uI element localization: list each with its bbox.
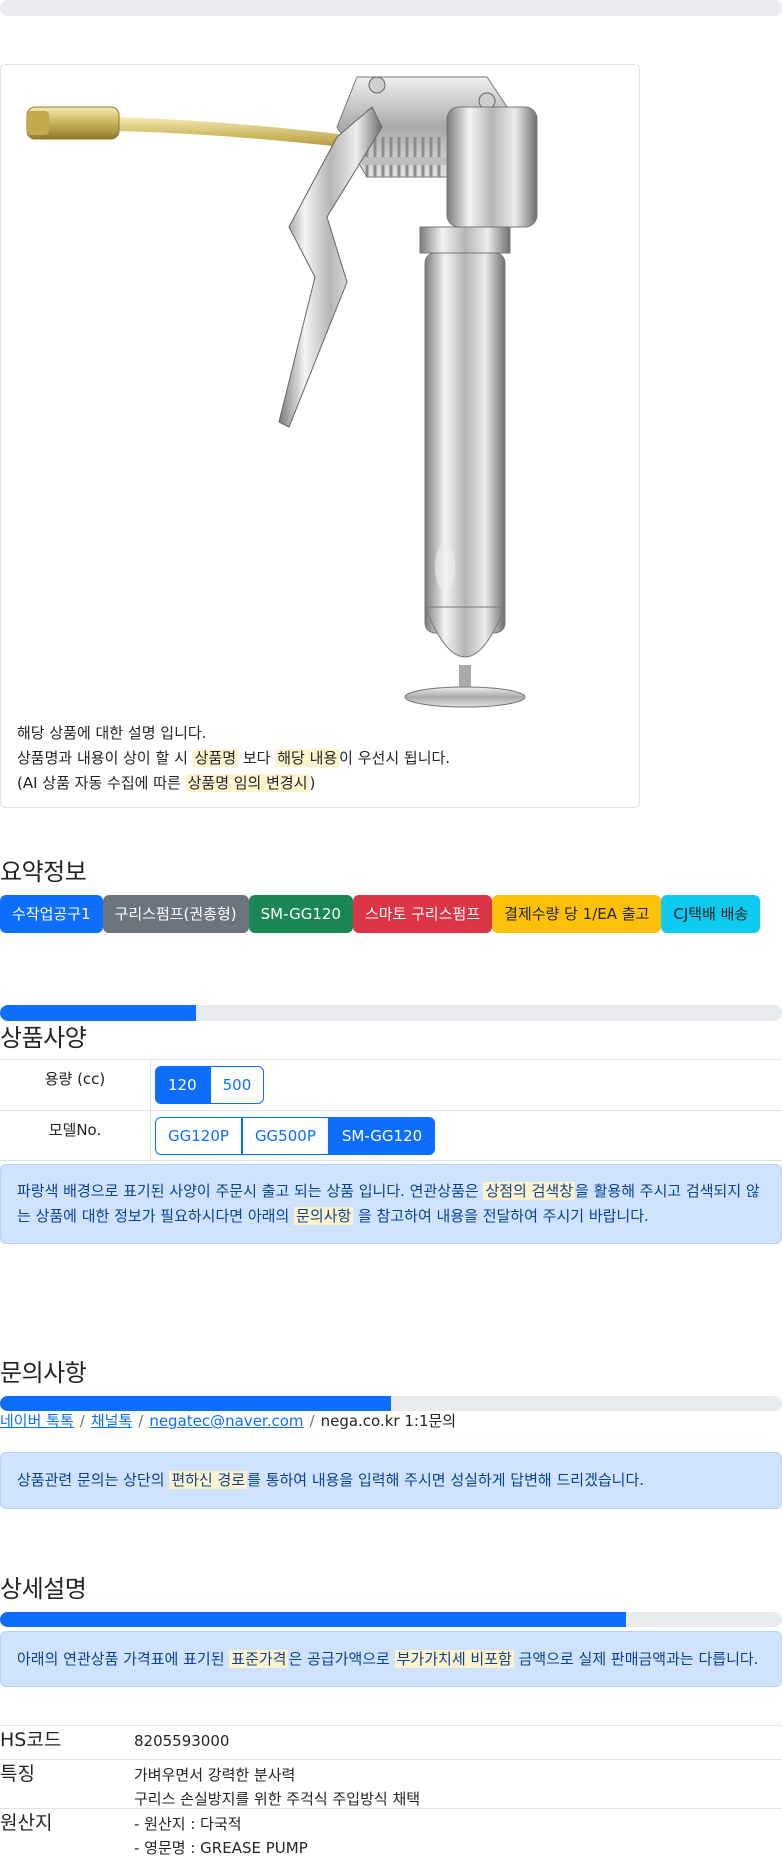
desc-text: 보다 [238, 749, 276, 767]
option-gg500p[interactable]: GG500P [241, 1116, 329, 1155]
desc-text: (AI 상품 자동 수집에 따른 [17, 774, 186, 792]
separator: / [138, 1412, 144, 1430]
details-title: 상세설명 [0, 1575, 87, 1603]
inquiry-notice: 상품관련 문의는 상단의 편하신 경로 를 통하여 내용을 입력해 주시면 성실하… [0, 1452, 782, 1509]
grease-pump-image [26, 76, 538, 708]
product-description: 해당 상품에 대한 설명 입니다. 상품명과 내용이 상이 할 시 상품명 보다… [17, 721, 450, 796]
inquiry-title: 문의사항 [0, 1359, 87, 1387]
spec-options: GG120P GG500P SM-GG120 [151, 1111, 436, 1160]
desc-text: 상품명과 내용이 상이 할 시 [17, 749, 193, 767]
specs-title: 상품사양 [0, 1024, 87, 1052]
highlight-standard-price: 표준가격 [229, 1650, 289, 1668]
detail-value-line: 가벼우면서 강력한 분사력 [134, 1766, 296, 1784]
detail-row-origin: 원산지 - 원산지 : 다국적 - 영문명 : GREASE PUMP [0, 1808, 782, 1857]
summary-title: 요약정보 [0, 858, 87, 886]
detail-value-line: 구리스 손실방지를 위한 주걱식 주입방식 채택 [134, 1790, 421, 1808]
badge-category: 수작업공구1 [0, 895, 103, 933]
spec-label: 용량 (cc) [0, 1060, 151, 1110]
desc-text: 이 우선시 됩니다. [339, 749, 451, 767]
top-progress-bar [0, 0, 782, 16]
spec-table: 용량 (cc) 120 500 모델No. GG120P GG500P SM-G… [0, 1059, 782, 1161]
specs-progress [0, 1005, 782, 1021]
spec-options: 120 500 [151, 1060, 265, 1110]
notice-text: 상품관련 문의는 상단의 [17, 1471, 170, 1489]
highlight-content: 해당 내용 [275, 749, 340, 767]
highlight-inquiry: 문의사항 [294, 1207, 354, 1225]
naver-talk-link[interactable]: 네이버 톡톡 [0, 1412, 74, 1430]
channel-talk-link[interactable]: 채널톡 [91, 1412, 132, 1430]
option-gg120p[interactable]: GG120P [155, 1116, 242, 1155]
separator: / [79, 1412, 85, 1430]
notice-text: 파랑색 배경으로 표기된 사양이 주문시 출고 되는 상품 입니다. 연관상품은 [17, 1182, 484, 1200]
separator: / [309, 1412, 315, 1430]
detail-value-line: 8205593000 [134, 1732, 230, 1750]
option-sm-gg120[interactable]: SM-GG120 [328, 1116, 436, 1155]
notice-text: 을 참고하여 내용을 전달하여 주시기 바랍니다. [353, 1207, 649, 1225]
details-notice: 아래의 연관상품 가격표에 표기된 표준가격 은 공급가액으로 부가가치세 비포함… [0, 1631, 782, 1687]
spec-label: 모델No. [0, 1111, 151, 1160]
notice-text: 를 통하여 내용을 입력해 주시면 성실하게 답변해 드리겠습니다. [247, 1471, 645, 1489]
desc-text: ) [309, 774, 316, 792]
detail-value-line: - 영문명 : GREASE PUMP [134, 1839, 308, 1857]
option-500[interactable]: 500 [209, 1066, 265, 1104]
detail-table: HS코드 8205593000 특징 가벼우면서 강력한 분사력 구리스 손실방… [0, 1725, 782, 1857]
inquiry-progress-fill [0, 1396, 391, 1411]
notice-text: 금액으로 실제 판매금액과는 다릅니다. [513, 1650, 759, 1668]
badge-model: SM-GG120 [248, 895, 353, 933]
desc-line-2: 상품명과 내용이 상이 할 시 상품명 보다 해당 내용 이 우선시 됩니다. [17, 746, 450, 771]
details-progress [0, 1612, 782, 1627]
detail-label: 특징 [0, 1763, 35, 1785]
badge-brand: 스마토 구리스펌프 [352, 895, 493, 933]
inquiry-progress [0, 1396, 782, 1411]
detail-row-features: 특징 가벼우면서 강력한 분사력 구리스 손실방지를 위한 주걱식 주입방식 채… [0, 1759, 782, 1808]
detail-label: HS코드 [0, 1729, 62, 1751]
highlight-route: 편하신 경로 [169, 1471, 248, 1489]
highlight-vat: 부가가치세 비포함 [394, 1650, 514, 1668]
email-link[interactable]: negatec@naver.com [149, 1412, 303, 1430]
spec-row-capacity: 용량 (cc) 120 500 [0, 1059, 782, 1110]
detail-value: 가벼우면서 강력한 분사력 구리스 손실방지를 위한 주걱식 주입방식 채택 [134, 1760, 420, 1808]
spec-row-model: 모델No. GG120P GG500P SM-GG120 [0, 1110, 782, 1161]
product-card: 해당 상품에 대한 설명 입니다. 상품명과 내용이 상이 할 시 상품명 보다… [0, 64, 640, 808]
desc-line-3: (AI 상품 자동 수집에 따른 상품명 임의 변경시) [17, 771, 450, 796]
detail-row-hscode: HS코드 8205593000 [0, 1725, 782, 1759]
details-progress-fill [0, 1612, 626, 1627]
badge-quantity: 결제수량 당 1/EA 출고 [492, 895, 662, 933]
summary-badges: 수작업공구1 구리스펌프(권총형) SM-GG120 스마토 구리스펌프 결제수… [0, 895, 782, 933]
site-inquiry-text: nega.co.kr 1:1문의 [320, 1412, 457, 1430]
highlight-product-name: 상품명 [192, 749, 239, 767]
specs-notice: 파랑색 배경으로 표기된 사양이 주문시 출고 되는 상품 입니다. 연관상품은… [0, 1164, 782, 1244]
detail-value: - 원산지 : 다국적 - 영문명 : GREASE PUMP [134, 1809, 308, 1857]
badge-shipping: CJ택배 배송 [661, 895, 761, 933]
highlight-search: 상점의 검색창 [483, 1182, 576, 1200]
desc-line-1: 해당 상품에 대한 설명 입니다. [17, 724, 207, 742]
badge-type: 구리스펌프(권총형) [102, 895, 249, 933]
option-120[interactable]: 120 [155, 1066, 210, 1104]
detail-value-line: - 원산지 : 다국적 [134, 1815, 242, 1833]
detail-label: 원산지 [0, 1812, 53, 1834]
contact-links: 네이버 톡톡 / 채널톡 / negatec@naver.com / nega.co.kr … [0, 1410, 456, 1431]
notice-text: 아래의 연관상품 가격표에 표기된 [17, 1650, 230, 1668]
notice-text: 은 공급가액으로 [288, 1650, 395, 1668]
detail-value: 8205593000 [134, 1726, 229, 1759]
highlight-name-change: 상품명 임의 변경시 [185, 774, 310, 792]
